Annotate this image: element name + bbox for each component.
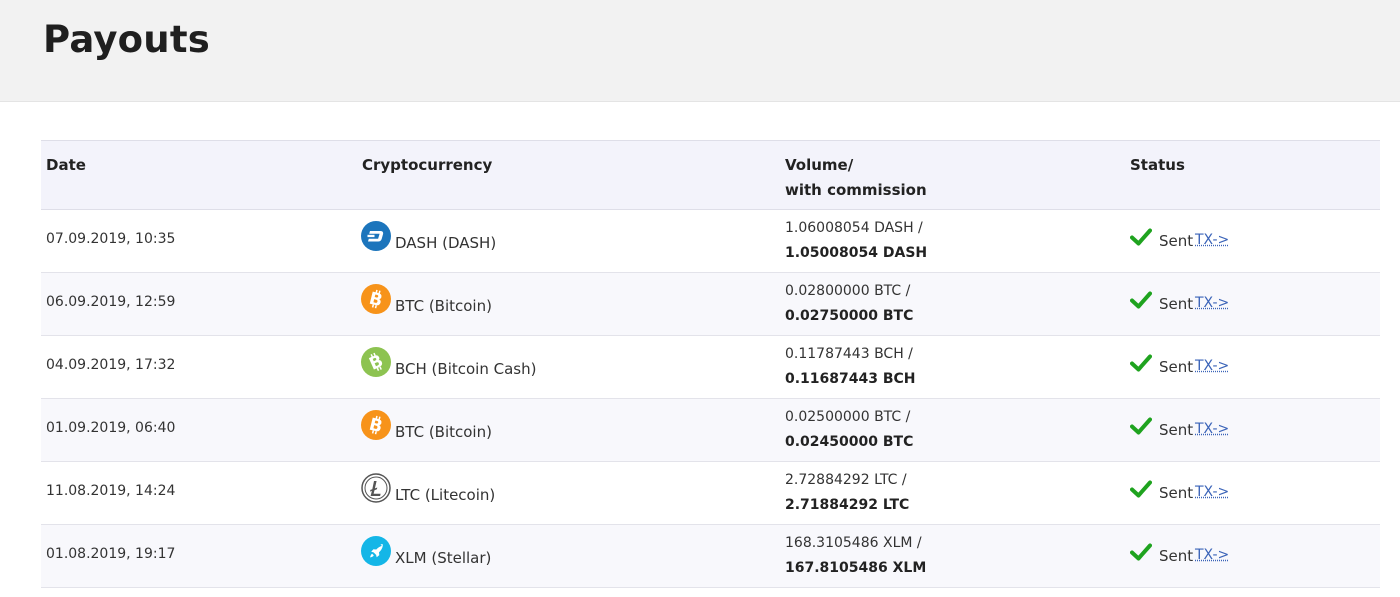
litecoin-icon bbox=[361, 473, 391, 503]
transaction-link[interactable]: TX-> bbox=[1195, 358, 1229, 374]
check-icon bbox=[1130, 354, 1152, 376]
transaction-link[interactable]: TX-> bbox=[1195, 295, 1229, 311]
volume-amount: 0.02800000 BTC / bbox=[785, 283, 911, 299]
transaction-link[interactable]: TX-> bbox=[1195, 484, 1229, 500]
status-text: Sent bbox=[1159, 484, 1194, 502]
payout-date: 01.09.2019, 06:40 bbox=[46, 420, 176, 436]
volume-amount: 1.06008054 DASH / bbox=[785, 220, 923, 236]
transaction-link[interactable]: TX-> bbox=[1195, 232, 1229, 248]
table-row: 06.09.2019, 12:59 B BTC (Bitcoin) 0.0280000… bbox=[41, 273, 1380, 336]
column-header-cryptocurrency: Cryptocurrency bbox=[362, 156, 493, 174]
payouts-table: Date Cryptocurrency Volume/ with commiss… bbox=[41, 140, 1380, 588]
status-text: Sent bbox=[1159, 547, 1194, 565]
table-row: 01.09.2019, 06:40 B BTC (Bitcoin) 0.0250000… bbox=[41, 399, 1380, 462]
table-row: 04.09.2019, 17:32 B BCH (Bitcoin Cash) 0.11… bbox=[41, 336, 1380, 399]
status-text: Sent bbox=[1159, 295, 1194, 313]
volume-amount: 0.02500000 BTC / bbox=[785, 409, 911, 425]
volume-cell: 0.02500000 BTC / 0.02450000 BTC bbox=[785, 405, 913, 455]
bitcoin-cash-icon: B bbox=[361, 347, 391, 377]
volume-cell: 2.72884292 LTC / 2.71884292 LTC bbox=[785, 468, 909, 518]
stellar-icon bbox=[361, 536, 391, 566]
check-icon bbox=[1130, 291, 1152, 313]
cryptocurrency-name: XLM (Stellar) bbox=[395, 549, 492, 567]
bitcoin-icon: B bbox=[361, 284, 391, 314]
column-header-volume-line2: with commission bbox=[785, 181, 927, 199]
column-header-status: Status bbox=[1130, 156, 1185, 174]
cryptocurrency-name: DASH (DASH) bbox=[395, 234, 497, 252]
table-header: Date Cryptocurrency Volume/ with commiss… bbox=[41, 140, 1380, 210]
dash-icon bbox=[361, 221, 391, 251]
bitcoin-icon: B bbox=[361, 410, 391, 440]
column-header-date: Date bbox=[46, 156, 86, 174]
volume-cell: 1.06008054 DASH / 1.05008054 DASH bbox=[785, 216, 927, 266]
volume-with-commission: 1.05008054 DASH bbox=[785, 245, 928, 261]
volume-with-commission: 0.11687443 BCH bbox=[785, 371, 916, 387]
volume-amount: 0.11787443 BCH / bbox=[785, 346, 913, 362]
volume-cell: 0.02800000 BTC / 0.02750000 BTC bbox=[785, 279, 913, 329]
payout-date: 04.09.2019, 17:32 bbox=[46, 357, 176, 373]
volume-amount: 2.72884292 LTC / bbox=[785, 472, 907, 488]
transaction-link[interactable]: TX-> bbox=[1195, 547, 1229, 563]
cryptocurrency-name: BCH (Bitcoin Cash) bbox=[395, 360, 537, 378]
volume-amount: 168.3105486 XLM / bbox=[785, 535, 922, 551]
table-body: 07.09.2019, 10:35 DASH (DASH) 1.06008054 D… bbox=[41, 210, 1380, 588]
check-icon bbox=[1130, 543, 1152, 565]
volume-with-commission: 167.8105486 XLM bbox=[785, 560, 927, 576]
page-title: Payouts bbox=[43, 18, 210, 61]
cryptocurrency-name: BTC (Bitcoin) bbox=[395, 423, 492, 441]
status-text: Sent bbox=[1159, 232, 1194, 250]
volume-cell: 168.3105486 XLM / 167.8105486 XLM bbox=[785, 531, 926, 581]
table-row: 11.08.2019, 14:24 LTC (Litecoin) 2.7288429… bbox=[41, 462, 1380, 525]
page-header: Payouts bbox=[0, 0, 1400, 102]
table-row: 07.09.2019, 10:35 DASH (DASH) 1.06008054 D… bbox=[41, 210, 1380, 273]
payout-date: 06.09.2019, 12:59 bbox=[46, 294, 176, 310]
cryptocurrency-name: LTC (Litecoin) bbox=[395, 486, 496, 504]
status-text: Sent bbox=[1159, 358, 1194, 376]
check-icon bbox=[1130, 480, 1152, 502]
cryptocurrency-name: BTC (Bitcoin) bbox=[395, 297, 492, 315]
volume-with-commission: 0.02450000 BTC bbox=[785, 434, 914, 450]
payout-date: 01.08.2019, 19:17 bbox=[46, 546, 176, 562]
payout-date: 11.08.2019, 14:24 bbox=[46, 483, 176, 499]
volume-with-commission: 0.02750000 BTC bbox=[785, 308, 914, 324]
transaction-link[interactable]: TX-> bbox=[1195, 421, 1229, 437]
check-icon bbox=[1130, 228, 1152, 250]
check-icon bbox=[1130, 417, 1152, 439]
volume-with-commission: 2.71884292 LTC bbox=[785, 497, 910, 513]
payout-date: 07.09.2019, 10:35 bbox=[46, 231, 176, 247]
volume-cell: 0.11787443 BCH / 0.11687443 BCH bbox=[785, 342, 916, 392]
column-header-volume-line1: Volume/ bbox=[785, 156, 854, 174]
column-header-volume: Volume/ with commission bbox=[785, 153, 927, 203]
status-text: Sent bbox=[1159, 421, 1194, 439]
table-row: 01.08.2019, 19:17 XLM (Stellar) 168.310548… bbox=[41, 525, 1380, 588]
